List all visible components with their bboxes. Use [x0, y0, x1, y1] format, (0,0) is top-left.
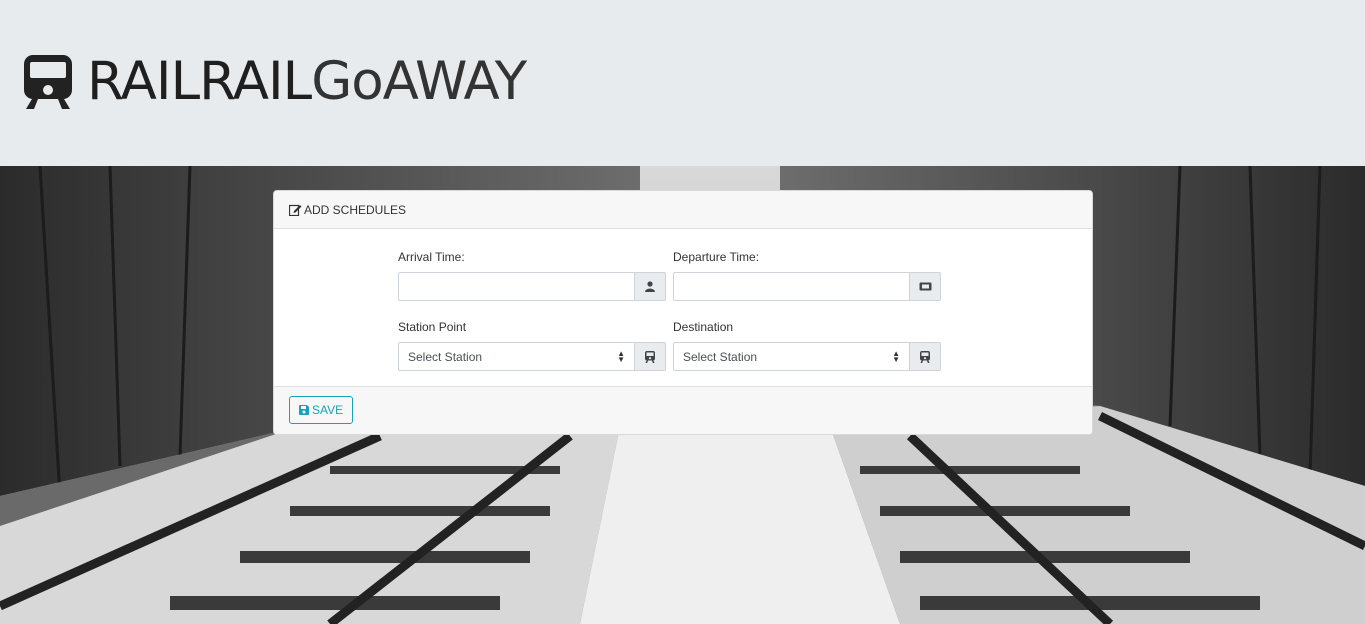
brand-name-bold: RAILRAIL	[87, 51, 312, 112]
arrival-time-group: Arrival Time:	[398, 250, 666, 301]
brand-name-light: GoAWAY	[311, 51, 527, 112]
departure-addon	[910, 272, 941, 301]
train-icon	[24, 55, 72, 109]
card-header: ADD SCHEDULES	[274, 191, 1092, 229]
destination-select[interactable]: Select Station ▲ ▼	[673, 342, 910, 371]
station-point-group: Station Point Select Station ▲ ▼	[398, 320, 666, 371]
brand: RAILRAILGoAWAY	[23, 51, 527, 112]
destination-label: Destination	[673, 320, 734, 334]
destination-input-group: Select Station ▲ ▼	[673, 342, 941, 371]
departure-time-input[interactable]	[673, 272, 910, 301]
station-point-selected: Select Station	[408, 349, 483, 364]
arrival-addon	[635, 272, 666, 301]
save-label: SAVE	[312, 403, 344, 417]
chevron-updown-icon: ▲ ▼	[617, 348, 625, 364]
save-icon	[299, 405, 309, 415]
departure-input-group	[673, 272, 941, 301]
departure-time-group: Departure Time:	[673, 250, 941, 301]
add-schedules-card: ADD SCHEDULES Arrival Time: Departure Ti…	[273, 190, 1093, 435]
ticket-icon	[919, 282, 931, 291]
arrival-time-input[interactable]	[398, 272, 635, 301]
card-title: ADD SCHEDULES	[304, 202, 407, 217]
edit-icon	[289, 204, 302, 216]
train-icon	[645, 350, 655, 363]
brand-name: RAILRAILGoAWAY	[87, 51, 527, 112]
save-button[interactable]: SAVE	[289, 396, 354, 424]
card-footer: SAVE	[274, 386, 1092, 434]
station-point-input-group: Select Station ▲ ▼	[398, 342, 666, 371]
destination-selected: Select Station	[683, 349, 758, 364]
train-icon	[920, 350, 930, 363]
destination-group: Destination Select Station ▲ ▼	[673, 320, 941, 371]
station-point-label: Station Point	[398, 320, 467, 334]
chevron-updown-icon: ▲ ▼	[892, 348, 900, 364]
jumbotron-header: RAILRAILGoAWAY	[0, 0, 1365, 166]
arrival-input-group	[398, 272, 666, 301]
destination-addon	[910, 342, 941, 371]
user-icon	[645, 281, 655, 292]
card-body: Arrival Time: Departure Time: Station Po…	[274, 229, 1092, 388]
departure-time-label: Departure Time:	[673, 250, 760, 264]
station-point-select[interactable]: Select Station ▲ ▼	[398, 342, 635, 371]
station-point-addon	[635, 342, 666, 371]
arrival-time-label: Arrival Time:	[398, 250, 465, 264]
